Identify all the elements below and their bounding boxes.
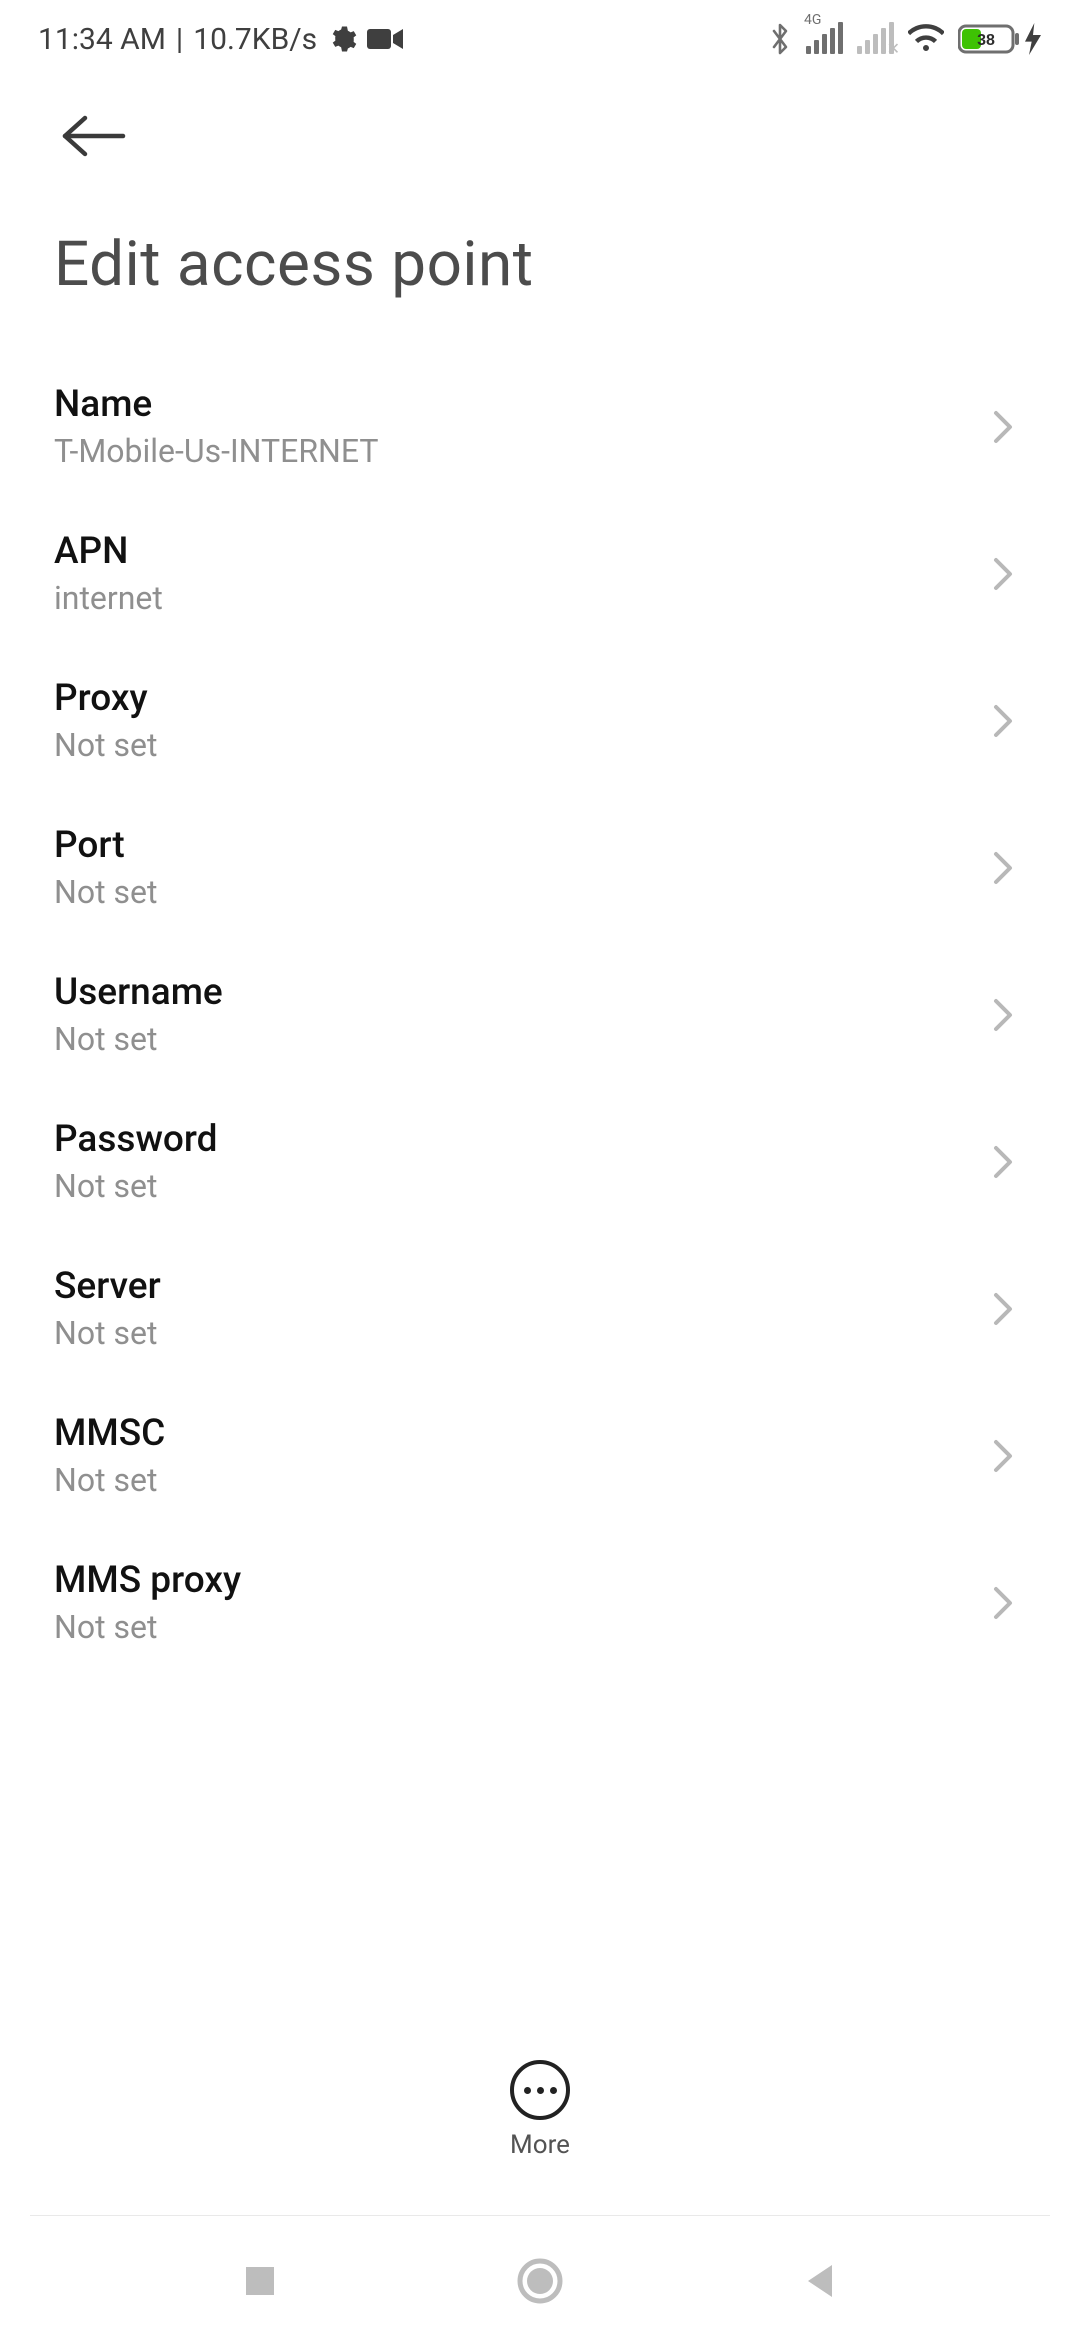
charging-bolt-icon bbox=[1024, 23, 1042, 55]
more-dots-icon bbox=[524, 2087, 557, 2094]
chevron-right-icon bbox=[990, 407, 1030, 447]
setting-value: Not set bbox=[54, 1461, 165, 1499]
more-label: More bbox=[510, 2130, 570, 2160]
video-icon bbox=[367, 27, 403, 51]
setting-label: MMS proxy bbox=[54, 1559, 241, 1602]
setting-label: Proxy bbox=[54, 677, 157, 720]
square-icon bbox=[242, 2263, 278, 2299]
network-4g-label: 4G bbox=[804, 12, 821, 28]
bluetooth-icon bbox=[768, 22, 792, 56]
signal-bars-icon bbox=[806, 24, 843, 54]
chevron-right-icon bbox=[990, 554, 1030, 594]
setting-value: T-Mobile-Us-INTERNET bbox=[54, 432, 378, 470]
setting-label: Name bbox=[54, 383, 378, 426]
setting-value: Not set bbox=[54, 726, 157, 764]
nav-home-button[interactable] bbox=[510, 2251, 570, 2311]
status-time: 11:34 AM bbox=[38, 22, 166, 57]
status-separator: | bbox=[176, 22, 183, 57]
status-speed: 10.7KB/s bbox=[193, 22, 317, 57]
signal-sim2: ✕ bbox=[857, 24, 894, 54]
circle-icon bbox=[517, 2258, 563, 2304]
setting-value: internet bbox=[54, 579, 163, 617]
chevron-right-icon bbox=[990, 1583, 1030, 1623]
setting-label: MMSC bbox=[54, 1412, 165, 1455]
system-nav-bar bbox=[0, 2222, 1080, 2340]
setting-mms-proxy[interactable]: MMS proxy Not set bbox=[48, 1529, 1032, 1676]
chevron-right-icon bbox=[990, 1436, 1030, 1476]
setting-mmsc[interactable]: MMSC Not set bbox=[48, 1382, 1032, 1529]
chevron-right-icon bbox=[990, 1289, 1030, 1329]
setting-apn[interactable]: APN internet bbox=[48, 500, 1032, 647]
nav-divider bbox=[30, 2215, 1050, 2216]
bottom-action-bar: More bbox=[0, 2060, 1080, 2160]
chevron-right-icon bbox=[990, 995, 1030, 1035]
setting-password[interactable]: Password Not set bbox=[48, 1088, 1032, 1235]
setting-label: Username bbox=[54, 971, 223, 1014]
signal-sim1: 4G bbox=[806, 24, 843, 54]
no-signal-x-icon: ✕ bbox=[887, 39, 900, 58]
setting-value: Not set bbox=[54, 1167, 217, 1205]
chevron-right-icon bbox=[990, 848, 1030, 888]
setting-value: Not set bbox=[54, 1314, 161, 1352]
setting-label: Password bbox=[54, 1118, 217, 1161]
setting-label: APN bbox=[54, 530, 163, 573]
setting-label: Port bbox=[54, 824, 157, 867]
setting-value: Not set bbox=[54, 1020, 223, 1058]
page-title: Edit access point bbox=[0, 216, 1080, 353]
battery-indicator: 38 bbox=[958, 23, 1042, 55]
status-left: 11:34 AM | 10.7KB/s bbox=[38, 22, 403, 57]
nav-recent-button[interactable] bbox=[230, 2251, 290, 2311]
battery-percent-text: 38 bbox=[977, 32, 995, 49]
status-bar: 11:34 AM | 10.7KB/s 4G ✕ bbox=[0, 0, 1080, 78]
setting-username[interactable]: Username Not set bbox=[48, 941, 1032, 1088]
wifi-icon bbox=[908, 24, 944, 54]
gear-icon bbox=[327, 24, 357, 54]
setting-port[interactable]: Port Not set bbox=[48, 794, 1032, 941]
setting-value: Not set bbox=[54, 873, 157, 911]
nav-back-button[interactable] bbox=[790, 2251, 850, 2311]
app-header bbox=[0, 78, 1080, 216]
chevron-right-icon bbox=[990, 1142, 1030, 1182]
more-button[interactable] bbox=[510, 2060, 570, 2120]
setting-label: Server bbox=[54, 1265, 161, 1308]
arrow-left-icon bbox=[61, 114, 127, 158]
setting-proxy[interactable]: Proxy Not set bbox=[48, 647, 1032, 794]
setting-value: Not set bbox=[54, 1608, 241, 1646]
back-button[interactable] bbox=[54, 96, 134, 176]
setting-name[interactable]: Name T-Mobile-Us-INTERNET bbox=[48, 353, 1032, 500]
setting-server[interactable]: Server Not set bbox=[48, 1235, 1032, 1382]
status-right: 4G ✕ 38 bbox=[768, 22, 1042, 56]
chevron-right-icon bbox=[990, 701, 1030, 741]
triangle-left-icon bbox=[802, 2261, 838, 2301]
settings-list: Name T-Mobile-Us-INTERNET APN internet P… bbox=[0, 353, 1080, 1676]
